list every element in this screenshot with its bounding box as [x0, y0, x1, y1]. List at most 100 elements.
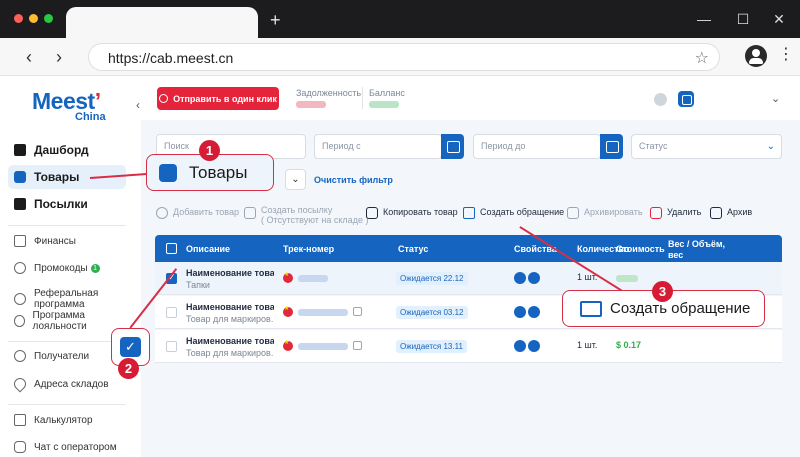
account-icon[interactable]: [678, 91, 694, 107]
sidebar-item-label: Дашборд: [34, 143, 89, 157]
add-product-button[interactable]: Добавить товар: [156, 207, 239, 219]
callout-number-one: 1: [199, 140, 220, 161]
sidebar-item-dashboard[interactable]: Дашборд: [8, 138, 126, 162]
forward-icon[interactable]: ›: [49, 46, 69, 68]
copy-icon[interactable]: [353, 341, 362, 350]
column-status[interactable]: Статус: [398, 244, 428, 254]
track-number: [298, 309, 348, 316]
new-tab-icon[interactable]: +: [270, 11, 281, 29]
url-text[interactable]: https://cab.meest.cn: [108, 50, 233, 66]
calendar-icon[interactable]: [600, 134, 623, 159]
promo-count-badge: 1: [90, 263, 100, 273]
chevron-down-icon[interactable]: ⌄: [771, 92, 780, 105]
delete-button[interactable]: Удалить: [650, 207, 701, 219]
copy-product-button[interactable]: Копировать товар: [366, 207, 458, 219]
sidebar-item-finances[interactable]: Финансы: [8, 229, 126, 253]
address-bar[interactable]: https://cab.meest.cn ☆: [88, 43, 720, 71]
track-number: [298, 343, 348, 350]
sidebar-item-parcels[interactable]: Посылки: [8, 192, 126, 216]
property-icon: [528, 340, 540, 352]
period-to-field[interactable]: Период до: [473, 134, 601, 159]
property-icon: [514, 306, 526, 318]
status-select[interactable]: Статус ⌄: [631, 134, 782, 159]
sidebar-item-warehouse-addresses[interactable]: Адреса складов: [8, 372, 126, 396]
debt-label: Задолженность: [296, 88, 362, 98]
sidebar-item-promocodes[interactable]: Промокоды 1: [8, 256, 126, 280]
envelope-icon: [580, 301, 602, 317]
calculator-icon: [14, 414, 26, 426]
row-subtitle: Товар для маркиров...: [186, 314, 274, 324]
status-badge: Ожидается 22.12: [396, 272, 468, 285]
sidebar-divider: [8, 404, 126, 405]
browser-titlebar: + — ☐ ✕: [0, 0, 800, 38]
filter-select-chevron[interactable]: ⌄: [285, 169, 306, 190]
copy-icon[interactable]: [353, 307, 362, 316]
dashboard-icon: [14, 144, 26, 156]
referral-icon: [14, 293, 26, 305]
track-number: [298, 275, 328, 282]
location-pin-icon: [11, 375, 29, 393]
bag-icon: [14, 171, 26, 183]
create-request-label: Создать обращение: [480, 207, 565, 217]
archive-button[interactable]: Архив: [710, 207, 752, 219]
create-parcel-label: Создать посылку: [261, 205, 333, 215]
create-parcel-button[interactable]: Создать посылку ( Отсутствуют на складе …: [244, 205, 368, 225]
status-badge: Ожидается 13.11: [396, 340, 467, 353]
bookmark-star-icon[interactable]: ☆: [695, 48, 709, 68]
status-select-label: Статус: [639, 141, 668, 151]
column-description[interactable]: Описание: [186, 244, 230, 254]
table-row[interactable]: Наименование това... Товар для маркиров.…: [155, 330, 782, 363]
archive-action-button[interactable]: Архивировать: [567, 207, 643, 219]
minimize-window-dot[interactable]: [29, 14, 38, 23]
profile-icon[interactable]: [745, 45, 767, 67]
sidebar-item-loyalty[interactable]: Программа лояльности: [8, 309, 126, 333]
parcel-icon: [14, 198, 26, 210]
period-from-field[interactable]: Период с: [314, 134, 442, 159]
row-title[interactable]: Наименование това...: [186, 302, 274, 312]
sidebar-item-label: Товары: [34, 170, 80, 184]
minimize-icon[interactable]: —: [694, 9, 714, 29]
calendar-icon[interactable]: [441, 134, 464, 159]
row-price: [616, 275, 638, 282]
collapse-sidebar-icon[interactable]: ‹: [136, 98, 140, 112]
sidebar-item-label: Чат с оператором: [34, 441, 117, 453]
property-icon: [528, 306, 540, 318]
close-icon[interactable]: ✕: [769, 9, 789, 29]
sidebar-item-recipients[interactable]: Получатели: [8, 344, 126, 368]
column-track-number[interactable]: Трек-номер: [283, 244, 334, 254]
browser-menu-icon[interactable]: ⋮: [778, 47, 794, 63]
send-one-click-label: Отправить в один клик: [173, 93, 277, 104]
row-title[interactable]: Наименование това...: [186, 268, 274, 278]
browser-tab[interactable]: [66, 7, 258, 38]
close-window-dot[interactable]: [14, 14, 23, 23]
back-icon[interactable]: ‹: [19, 46, 39, 68]
sidebar-item-label: Программа лояльности: [32, 310, 87, 332]
row-checkbox[interactable]: [166, 341, 177, 352]
column-cost[interactable]: Стоимость: [616, 244, 665, 254]
sidebar-item-label: Посылки: [34, 197, 88, 211]
bell-icon[interactable]: [654, 93, 667, 106]
sidebar-item-operator-chat[interactable]: Чат с оператором: [8, 435, 126, 457]
create-request-button[interactable]: Создать обращение: [463, 207, 564, 219]
row-title[interactable]: Наименование това...: [186, 336, 274, 346]
column-weight[interactable]: Вес / Объём, вес: [668, 239, 730, 261]
select-all-checkbox[interactable]: [166, 243, 177, 254]
meest-logo[interactable]: Meest’ China: [32, 90, 106, 123]
trash-icon: [650, 207, 662, 219]
copy-product-label: Копировать товар: [383, 207, 458, 217]
archive-action-label: Архивировать: [584, 207, 643, 217]
debt-value: [296, 101, 326, 108]
callout-number-two: 2: [118, 358, 139, 379]
loyalty-icon: [14, 315, 25, 327]
zoom-window-dot[interactable]: [44, 14, 53, 23]
sidebar-item-calculator[interactable]: Калькулятор: [8, 408, 126, 432]
property-icon: [528, 272, 540, 284]
row-checkbox[interactable]: [166, 307, 177, 318]
sidebar-divider: [8, 225, 126, 226]
maximize-icon[interactable]: ☐: [733, 9, 753, 29]
logo-subtext: China: [75, 111, 106, 123]
sidebar-item-label: Промокоды: [34, 262, 88, 274]
send-one-click-button[interactable]: Отправить в один клик: [157, 87, 279, 110]
clear-filter-link[interactable]: Очистить фильтр: [314, 175, 393, 185]
property-icon: [514, 272, 526, 284]
